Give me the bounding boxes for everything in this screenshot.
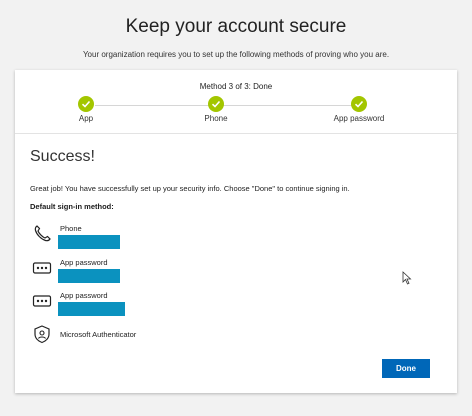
redacted-value: [58, 302, 125, 316]
method-step-text: Method 3 of 3: Done: [199, 82, 273, 91]
app-password-icon: [32, 295, 52, 307]
done-button[interactable]: Done: [382, 359, 430, 378]
progress-step-app-password: App password: [319, 96, 399, 123]
progress-step-phone: Phone: [176, 96, 256, 123]
method-name: App password: [60, 258, 108, 267]
authenticator-icon: [34, 325, 50, 344]
success-message: Great job! You have successfully set up …: [30, 184, 350, 193]
checkmark-icon: [208, 96, 224, 112]
redacted-phone-number: [58, 235, 120, 249]
checkmark-icon: [78, 96, 94, 112]
method-name: Microsoft Authenticator: [60, 330, 137, 339]
method-name: Phone: [60, 224, 82, 233]
setup-card: Method 3 of 3: Done App Phone App passwo…: [15, 70, 457, 393]
page-title: Keep your account secure: [125, 16, 347, 37]
progress-step-app: App: [46, 96, 126, 123]
app-password-icon: [32, 262, 52, 274]
default-method-heading: Default sign-in method:: [30, 202, 114, 211]
mouse-pointer-icon: [402, 271, 412, 285]
phone-icon: [34, 225, 51, 242]
method-name: App password: [60, 291, 108, 300]
progress-step-label: Phone: [204, 114, 228, 123]
checkmark-icon: [351, 96, 367, 112]
progress-step-label: App: [78, 114, 94, 123]
page-subtitle: Your organization requires you to set up…: [82, 50, 390, 59]
success-heading: Success!: [30, 148, 95, 165]
redacted-value: [58, 269, 120, 283]
divider: [15, 133, 457, 134]
progress-step-label: App password: [333, 114, 385, 123]
